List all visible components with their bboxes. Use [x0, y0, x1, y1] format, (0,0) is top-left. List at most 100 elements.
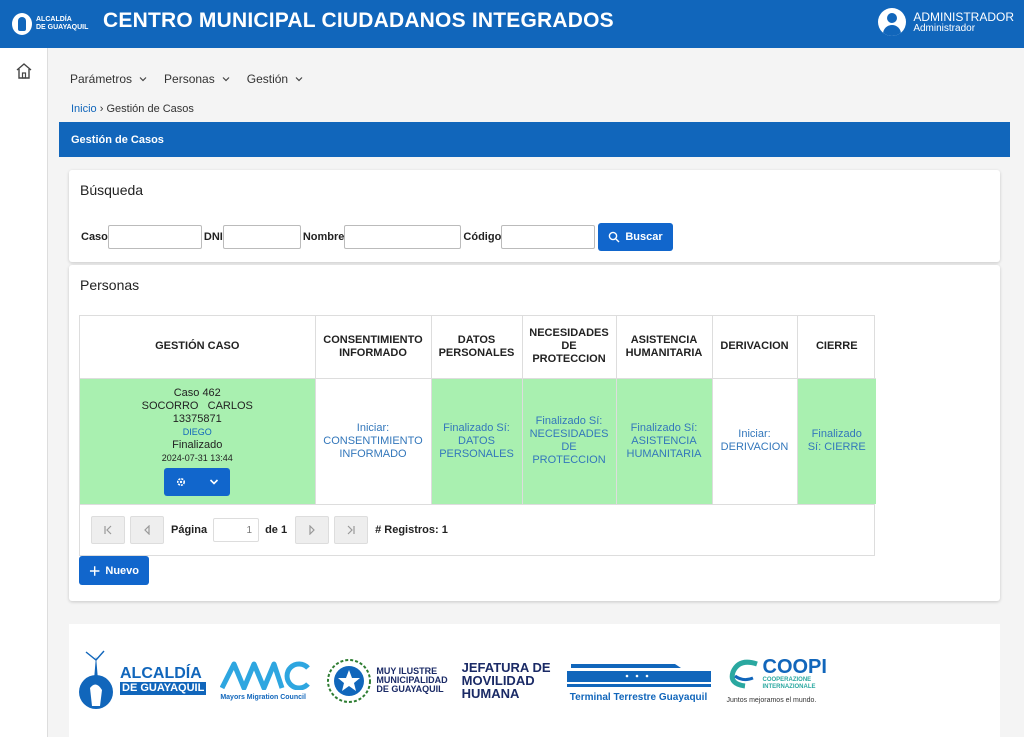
name-input[interactable]: [344, 225, 462, 249]
case-actions-button[interactable]: [164, 467, 231, 496]
alcaldia-text-1: ALCALDÍA: [120, 665, 202, 682]
top-bar: ALCALDÍA DE GUAYAQUIL CENTRO MUNICIPAL C…: [0, 0, 1024, 48]
col-consentimiento: CONSENTIMIENTO INFORMADO: [315, 316, 432, 379]
page-total: de 1: [265, 524, 288, 536]
coopi-text-1: COOPI: [762, 656, 827, 678]
top-menu: Parámetros Personas Gestión: [70, 72, 304, 86]
user-name: ADMINISTRADOR: [913, 9, 1014, 24]
code-label: Código: [463, 231, 502, 243]
cases-table: GESTIÓN CASO CONSENTIMIENTO INFORMADO DA…: [79, 315, 876, 556]
col-datos-personales: DATOS PERSONALES: [431, 316, 523, 379]
alcaldia-guayaquil-logo: ALCALDÍA DE GUAYAQUIL: [74, 650, 207, 712]
dni-input[interactable]: [222, 225, 301, 249]
muni-text-3: DE GUAYAQUIL: [376, 684, 444, 694]
breadcrumb-current: Gestión de Casos: [106, 103, 194, 115]
search-title: Búsqueda: [80, 182, 144, 198]
menu-gestion[interactable]: Gestión: [247, 72, 304, 86]
breadcrumb-home-link[interactable]: Inicio: [71, 103, 97, 115]
last-page-button[interactable]: [334, 516, 369, 544]
logo-line-1: ALCALDÍA: [36, 16, 72, 23]
personal-data-link[interactable]: Finalizado Sí: DATOS PERSONALES: [431, 378, 523, 504]
app-logo[interactable]: ALCALDÍA DE GUAYAQUIL: [0, 0, 90, 48]
first-page-icon: [104, 525, 112, 535]
prev-page-icon: [144, 525, 150, 535]
home-icon[interactable]: [15, 62, 33, 80]
case-user: DIEGO: [182, 426, 212, 437]
col-derivacion: DERIVACION: [712, 316, 798, 379]
table-row: Caso 462 SOCORRO CARLOS 13375871 DIEGO F…: [80, 378, 876, 504]
closure-link[interactable]: Finalizado Sí: CIERRE: [797, 378, 876, 504]
chevron-down-icon: [295, 77, 303, 82]
search-icon: [609, 231, 620, 243]
case-person-name: SOCORRO CARLOS: [141, 399, 253, 412]
coopi-text-3: Juntos mejoramos el mundo.: [726, 697, 817, 704]
persons-title: Personas: [80, 277, 140, 293]
col-cierre: CIERRE: [797, 316, 876, 379]
jefatura-logo: JEFATURA DE MOVILIDAD HUMANA: [462, 661, 551, 700]
dni-label: DNI: [203, 231, 223, 243]
mmc-mark-icon: [220, 661, 311, 690]
case-number: Caso 462: [173, 386, 221, 399]
next-page-button[interactable]: [295, 516, 330, 544]
gear-icon[interactable]: [175, 476, 187, 488]
persons-card: Personas GESTIÓN CASO CONSENTIMIENTO INF…: [69, 265, 1000, 601]
mmc-text: Mayors Migration Council: [220, 694, 306, 701]
col-gestion-caso: GESTIÓN CASO: [80, 316, 316, 379]
search-form: Caso DNI Nombre Código Buscar: [81, 223, 673, 251]
terminal-text: Terminal Terrestre Guayaquil: [569, 692, 708, 703]
coopi-logo: COOPI COOPERAZIONE INTERNAZIONALE Juntos…: [727, 657, 827, 704]
user-role: Administrador: [913, 22, 976, 34]
case-input[interactable]: [107, 225, 202, 249]
menu-parametros[interactable]: Parámetros: [70, 72, 148, 86]
case-cell: Caso 462 SOCORRO CARLOS 13375871 DIEGO F…: [80, 378, 316, 504]
breadcrumb-separator: ›: [99, 103, 104, 115]
main-content: Parámetros Personas Gestión Inicio › Ges…: [59, 48, 1010, 737]
alcaldia-figure-icon: [79, 650, 113, 709]
breadcrumb: Inicio › Gestión de Casos: [71, 103, 194, 115]
alcaldia-text-2: DE GUAYAQUIL: [120, 682, 207, 695]
case-dni: 13375871: [172, 412, 222, 425]
alcaldia-logo-icon: [12, 13, 32, 35]
partner-logos-footer: ALCALDÍA DE GUAYAQUIL Mayors Migration C…: [69, 624, 1000, 737]
jef-text-3: HUMANA: [461, 686, 520, 701]
section-title-bar: Gestión de Casos: [59, 122, 1010, 157]
referral-link[interactable]: Iniciar: DERIVACION: [712, 378, 798, 504]
new-case-button[interactable]: Nuevo: [79, 556, 149, 585]
records-count: # Registros: 1: [375, 524, 448, 536]
code-input[interactable]: [501, 225, 596, 249]
municipal-seal-icon: [327, 658, 372, 703]
chevron-down-icon: [139, 77, 147, 82]
coopi-text-2: COOPERAZIONE INTERNAZIONALE: [762, 677, 816, 690]
consent-link[interactable]: Iniciar: CONSENTIMIENTO INFORMADO: [315, 378, 432, 504]
municipalidad-logo: MUY ILUSTRE MUNICIPALIDAD DE GUAYAQUIL: [326, 658, 448, 704]
search-card: Búsqueda Caso DNI Nombre Código Buscar: [69, 170, 1000, 262]
menu-personas[interactable]: Personas: [164, 72, 231, 86]
prev-page-button[interactable]: [130, 516, 164, 544]
search-button[interactable]: Buscar: [598, 223, 673, 251]
pagination: Página de 1 # Registros: 1: [80, 504, 874, 555]
case-status: Finalizado: [172, 438, 223, 451]
chevron-down-icon[interactable]: [208, 476, 220, 488]
name-label: Nombre: [302, 231, 345, 243]
protection-needs-link[interactable]: Finalizado Sí: NECESIDADES DE PROTECCION: [522, 378, 617, 504]
sidebar: [0, 48, 48, 737]
next-page-icon: [309, 525, 315, 535]
chevron-down-icon: [222, 77, 230, 82]
page-number-input[interactable]: [213, 518, 260, 542]
bus-terminal-icon: [566, 664, 711, 687]
humanitarian-aid-link[interactable]: Finalizado Sí: ASISTENCIA HUMANITARIA: [616, 378, 713, 504]
col-necesidades: NECESIDADES DE PROTECCION: [522, 316, 617, 379]
mmc-logo: Mayors Migration Council: [220, 660, 312, 701]
coopi-swirl-icon: [729, 659, 758, 689]
table-header-row: GESTIÓN CASO CONSENTIMIENTO INFORMADO DA…: [80, 316, 876, 379]
app-title: CENTRO MUNICIPAL CIUDADANOS INTEGRADOS: [103, 9, 614, 32]
case-label: Caso: [81, 231, 108, 243]
col-asistencia: ASISTENCIA HUMANITARIA: [616, 316, 713, 379]
user-menu[interactable]: ADMINISTRADOR Administrador: [878, 8, 1014, 36]
last-page-icon: [347, 525, 355, 535]
logo-line-2: DE GUAYAQUIL: [36, 24, 89, 31]
user-avatar-icon: [878, 8, 907, 36]
case-date: 2024-07-31 13:44: [161, 452, 233, 463]
page-label: Página: [171, 524, 208, 536]
first-page-button[interactable]: [91, 516, 125, 544]
